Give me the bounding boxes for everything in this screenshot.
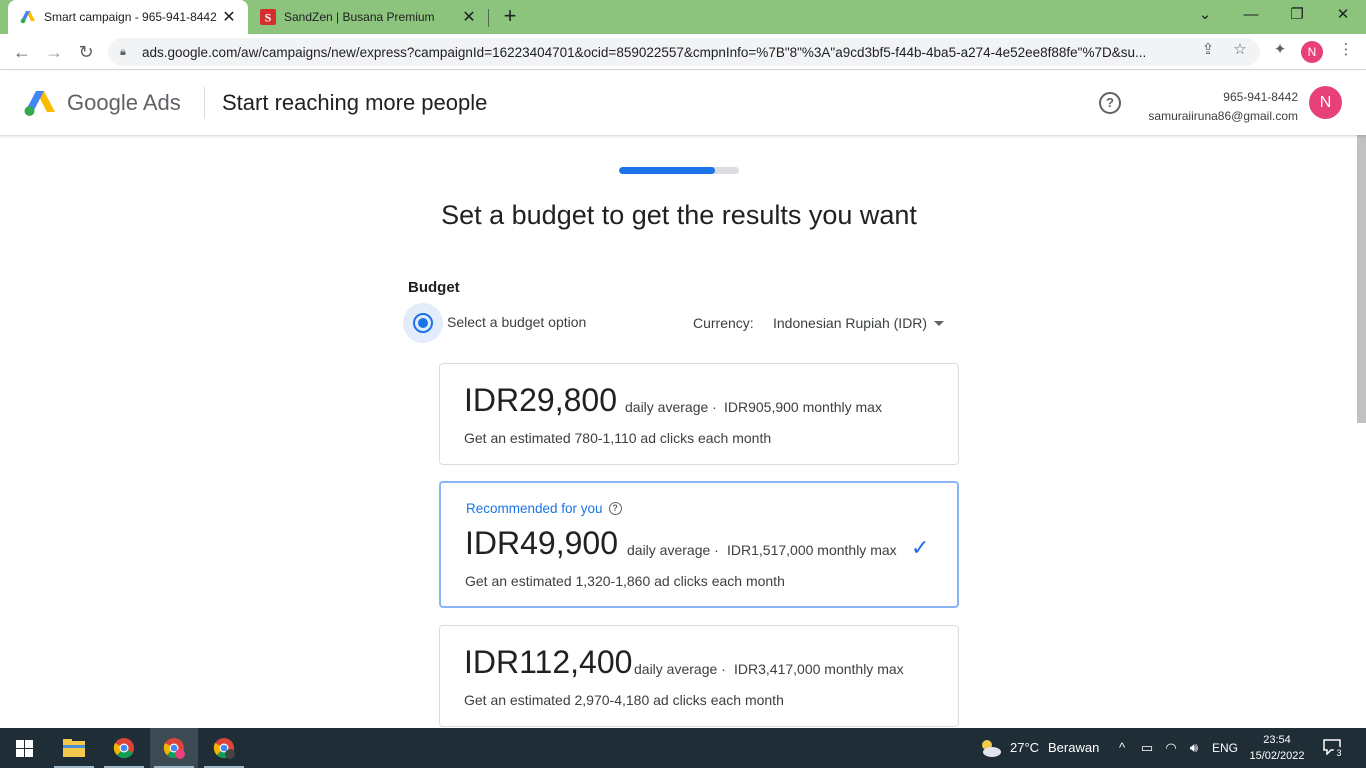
currency-dropdown[interactable]: Indonesian Rupiah (IDR) [773,315,927,331]
close-window-icon[interactable]: ✕ [1320,0,1366,32]
currency-label: Currency: [693,315,754,331]
tab-title: SandZen | Busana Premium [284,10,435,24]
chrome-taskbar-icon-2[interactable] [200,728,248,768]
extensions-puzzle-icon[interactable]: ✦ [1268,38,1292,62]
account-avatar[interactable]: N [1309,86,1342,119]
windows-taskbar: 27°C Berawan ^ ▭ ◠ 🔊︎ ENG 23:54 15/02/20… [0,728,1366,768]
browser-menu-icon[interactable]: ⋮ [1334,38,1358,62]
wifi-icon[interactable]: ◠ [1162,739,1180,757]
notification-count-badge: 3 [1333,747,1345,759]
budget-amount: IDR49,900 [465,525,618,561]
svg-text:S: S [265,11,272,25]
browser-profile-avatar[interactable]: N [1301,41,1323,63]
progress-fill [619,167,715,174]
tab-close-icon[interactable]: ✕ [220,7,238,27]
budget-click-estimate: Get an estimated 2,970-4,180 ad clicks e… [464,692,784,708]
radio-dot [418,318,428,328]
google-ads-logo-icon [24,91,55,116]
tab-title: Smart campaign - 965-941-8442 [44,10,217,24]
selected-checkmark-icon: ✓ [911,535,930,560]
sandzen-favicon-icon: S [260,9,276,25]
header-divider [204,87,205,119]
recommended-label: Recommended for you ? [466,501,622,516]
page-scrollbar[interactable] [1357,135,1366,423]
product-name: Google Ads [67,90,181,115]
clock-time: 23:54 [1263,734,1291,746]
page-heading: Set a budget to get the results you want [441,200,917,230]
forward-arrow-icon[interactable]: → [40,38,68,66]
windows-start-icon[interactable] [0,728,48,768]
lock-icon: 🔒︎ [120,45,126,58]
browser-toolbar: ← → ↻ 🔒︎ ads.google.com/aw/campaigns/new… [0,34,1366,70]
page-title: Start reaching more people [222,90,488,115]
budget-option-radio[interactable] [413,313,433,333]
budget-daily-average: daily average · [625,399,717,415]
share-icon[interactable]: ⇪ [1196,38,1220,62]
budget-option-card[interactable]: IDR112,400 daily average · IDR3,417,000 … [439,625,959,727]
url-text: ads.google.com/aw/campaigns/new/express?… [142,44,1147,60]
dropdown-caret-icon[interactable] [934,321,944,326]
budget-option-label: Select a budget option [447,314,587,330]
recommended-help-icon[interactable]: ? [608,502,622,515]
weather-cloud-sun-icon[interactable] [978,737,1002,759]
bookmark-star-icon[interactable]: ☆ [1228,38,1252,62]
clock-date: 15/02/2022 [1249,750,1305,762]
budget-amount: IDR29,800 [464,382,617,418]
ads-header: Google Ads Start reaching more people ? … [0,71,1366,135]
address-bar[interactable]: 🔒︎ ads.google.com/aw/campaigns/new/expre… [108,38,1260,66]
tab-close-icon[interactable]: ✕ [460,7,478,27]
back-arrow-icon[interactable]: ← [8,38,36,66]
tab-divider [488,9,489,27]
budget-label: Budget [408,279,460,296]
recommended-text: Recommended for you [466,501,603,516]
input-language[interactable]: ENG [1212,728,1238,768]
budget-option-card[interactable]: IDR29,800 daily average · IDR905,900 mon… [439,363,959,465]
minimize-icon[interactable]: — [1228,0,1274,32]
google-ads-favicon-icon [20,11,35,24]
tab-sandzen[interactable]: S SandZen | Busana Premium ✕ [248,0,488,34]
budget-option-card-recommended[interactable]: Recommended for you ? IDR49,900 daily av… [439,481,959,608]
battery-icon[interactable]: ▭ [1138,739,1156,757]
setup-progress-bar [619,167,739,174]
new-tab-plus-icon[interactable]: + [498,5,522,29]
weather-temperature[interactable]: 27°C [1010,728,1039,768]
reload-icon[interactable]: ↻ [72,38,100,66]
budget-amount: IDR112,400 [464,644,633,680]
help-icon[interactable]: ? [1099,92,1121,114]
chrome-taskbar-icon[interactable] [100,728,148,768]
budget-daily-average: daily average · [634,661,726,677]
account-email: samuraiiruna86@gmail.com [1148,109,1298,123]
budget-monthly-max: IDR3,417,000 monthly max [734,661,904,677]
weather-description[interactable]: Berawan [1048,728,1099,768]
file-explorer-icon[interactable] [50,728,98,768]
budget-click-estimate: Get an estimated 1,320-1,860 ad clicks e… [465,573,785,589]
notification-center-icon[interactable]: 3 [1323,739,1345,759]
tab-search-chevron-icon[interactable]: ⌄ [1182,0,1228,32]
account-id: 965-941-8442 [1223,90,1298,104]
chrome-profile-taskbar-icon[interactable] [150,728,198,768]
budget-click-estimate: Get an estimated 780-1,110 ad clicks eac… [464,430,772,446]
volume-icon[interactable]: 🔊︎ [1185,739,1203,757]
tab-smart-campaign[interactable]: Smart campaign - 965-941-8442 ✕ [8,0,248,34]
budget-monthly-max: IDR905,900 monthly max [724,399,882,415]
browser-tab-strip: Smart campaign - 965-941-8442 ✕ S SandZe… [0,0,1366,34]
system-clock[interactable]: 23:54 15/02/2022 [1247,732,1307,764]
show-hidden-icons-chevron-icon[interactable]: ^ [1113,739,1131,757]
budget-monthly-max: IDR1,517,000 monthly max [727,542,897,558]
restore-icon[interactable]: ❐ [1274,0,1320,32]
budget-daily-average: daily average · [627,542,719,558]
